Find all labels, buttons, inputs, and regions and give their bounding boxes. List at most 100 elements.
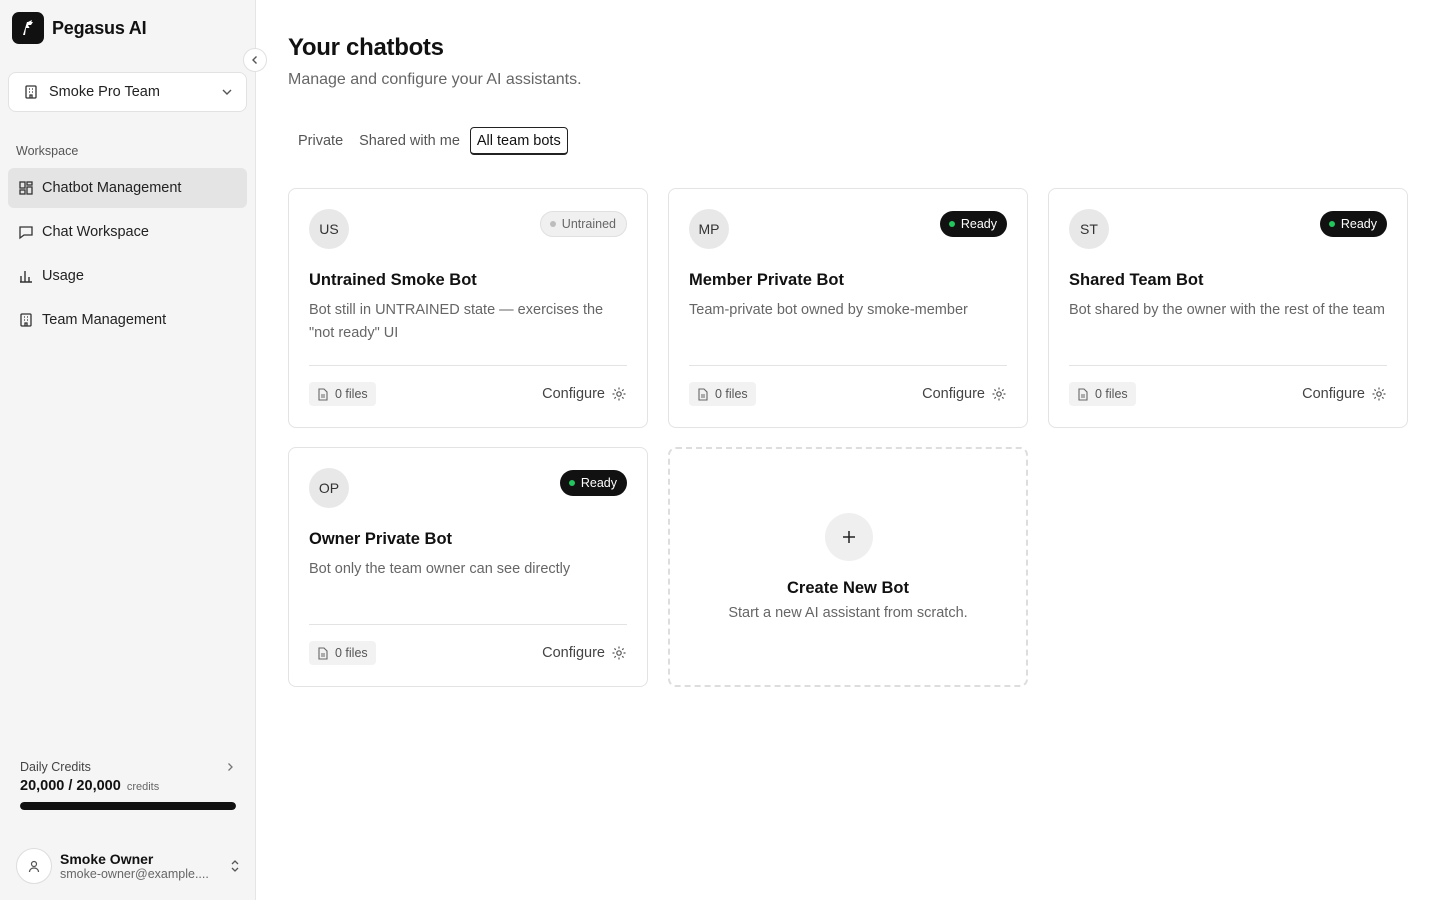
brand-name: Pegasus AI <box>52 17 147 38</box>
configure-label: Configure <box>922 386 985 402</box>
files-count: 0 files <box>715 387 748 401</box>
status-label: Ready <box>960 217 997 231</box>
chevron-down-icon <box>220 85 234 99</box>
file-icon <box>697 387 709 401</box>
configure-button[interactable]: Configure <box>1302 383 1387 405</box>
credits-value: 20,000 / 20,000 <box>20 778 121 794</box>
files-count-badge: 0 files <box>689 382 756 406</box>
file-icon <box>317 646 329 660</box>
sidebar-item-label: Chatbot Management <box>42 180 182 196</box>
files-count: 0 files <box>1095 387 1128 401</box>
gear-icon <box>611 645 627 661</box>
status-label: Ready <box>580 476 617 490</box>
sidebar-item-team-management[interactable]: Team Management <box>8 300 247 340</box>
bar-chart-icon <box>18 268 34 284</box>
team-selector[interactable]: Smoke Pro Team <box>8 72 247 112</box>
file-icon <box>1077 387 1089 401</box>
status-dot-icon <box>1328 221 1335 227</box>
sidebar-nav: Chatbot Management Chat Workspace Usage … <box>8 168 247 344</box>
files-count: 0 files <box>335 646 368 660</box>
collapse-sidebar-button[interactable] <box>243 48 267 72</box>
team-selector-label: Smoke Pro Team <box>49 84 160 100</box>
bot-description: Bot shared by the owner with the rest of… <box>1069 302 1385 318</box>
chevron-right-icon <box>224 761 236 773</box>
configure-label: Configure <box>542 386 605 402</box>
bot-avatar: ST <box>1069 209 1109 249</box>
files-count: 0 files <box>335 387 368 401</box>
sidebar-item-label: Team Management <box>42 312 167 328</box>
credits-unit: credits <box>126 781 160 793</box>
bot-description: Team-private bot owned by smoke-member <box>689 302 968 318</box>
pegasus-logo-icon <box>12 12 44 44</box>
bot-avatar: US <box>309 209 349 249</box>
create-bot-title: Create New Bot <box>787 579 909 597</box>
bot-card[interactable]: OP Ready Owner Private Bot Bot only the … <box>288 447 648 687</box>
layout-grid-icon <box>18 180 34 196</box>
user-menu[interactable]: Smoke Owner smoke-owner@example.... <box>16 846 242 886</box>
sidebar: Pegasus AI Smoke Pro Team Workspace Chat… <box>0 0 256 900</box>
chevrons-up-down-icon <box>228 859 242 873</box>
building-icon <box>23 84 39 100</box>
files-count-badge: 0 files <box>309 382 376 406</box>
bot-card[interactable]: MP Ready Member Private Bot Team-private… <box>668 188 1028 428</box>
sidebar-item-chatbot-management[interactable]: Chatbot Management <box>8 168 247 208</box>
card-divider <box>309 624 627 625</box>
configure-label: Configure <box>1302 386 1365 402</box>
bot-description: Bot only the team owner can see directly <box>309 561 571 577</box>
status-dot-icon <box>549 221 556 227</box>
user-email: smoke-owner@example.... <box>60 867 209 881</box>
configure-label: Configure <box>542 645 605 661</box>
bot-card[interactable]: US Untrained Untrained Smoke Bot Bot sti… <box>288 188 648 428</box>
gear-icon <box>611 386 627 402</box>
chevron-left-icon <box>249 54 261 66</box>
bot-avatar: OP <box>309 468 349 508</box>
files-count-badge: 0 files <box>1069 382 1136 406</box>
gear-icon <box>991 386 1007 402</box>
configure-button[interactable]: Configure <box>542 642 627 664</box>
status-dot-icon <box>948 221 955 227</box>
plus-icon <box>825 513 873 561</box>
sidebar-item-label: Usage <box>42 268 84 284</box>
bot-name: Member Private Bot <box>689 271 844 289</box>
configure-button[interactable]: Configure <box>922 383 1007 405</box>
create-bot-subtitle: Start a new AI assistant from scratch. <box>728 605 968 621</box>
sidebar-item-label: Chat Workspace <box>42 224 149 240</box>
bot-avatar: MP <box>689 209 729 249</box>
status-label: Untrained <box>561 217 616 231</box>
card-divider <box>1069 365 1387 366</box>
workspace-section-label: Workspace <box>16 144 79 158</box>
page-subtitle: Manage and configure your AI assistants. <box>288 71 582 88</box>
credits-label: Daily Credits <box>20 760 91 774</box>
credits-progress-bar <box>20 802 236 810</box>
bot-card[interactable]: ST Ready Shared Team Bot Bot shared by t… <box>1048 188 1408 428</box>
sidebar-item-chat-workspace[interactable]: Chat Workspace <box>8 212 247 252</box>
status-dot-icon <box>568 480 575 486</box>
tab-all-team-bots[interactable]: All team bots <box>469 127 568 155</box>
tab-private[interactable]: Private <box>292 127 349 155</box>
bot-name: Untrained Smoke Bot <box>309 271 477 289</box>
file-icon <box>317 387 329 401</box>
user-avatar-icon <box>16 848 52 884</box>
card-divider <box>689 365 1007 366</box>
user-name: Smoke Owner <box>60 851 154 867</box>
message-square-icon <box>18 224 34 240</box>
status-badge: Ready <box>1319 211 1387 237</box>
daily-credits[interactable]: Daily Credits 20,000 / 20,000 credits <box>20 760 236 810</box>
status-label: Ready <box>1340 217 1377 231</box>
status-badge: Untrained <box>539 211 627 237</box>
sidebar-item-usage[interactable]: Usage <box>8 256 247 296</box>
bot-filter-tabs: Private Shared with me All team bots <box>288 127 568 155</box>
gear-icon <box>1371 386 1387 402</box>
create-new-bot-card[interactable]: Create New Bot Start a new AI assistant … <box>668 447 1028 687</box>
building-icon <box>18 312 34 328</box>
card-divider <box>309 365 627 366</box>
bot-description: Bot still in UNTRAINED state — exercises… <box>309 302 604 341</box>
tab-shared-with-me[interactable]: Shared with me <box>353 127 466 155</box>
brand[interactable]: Pegasus AI <box>12 12 147 44</box>
configure-button[interactable]: Configure <box>542 383 627 405</box>
bot-name: Owner Private Bot <box>309 530 453 548</box>
bot-name: Shared Team Bot <box>1069 271 1204 289</box>
credits-progress-fill <box>20 802 236 810</box>
status-badge: Ready <box>559 470 627 496</box>
files-count-badge: 0 files <box>309 641 376 665</box>
